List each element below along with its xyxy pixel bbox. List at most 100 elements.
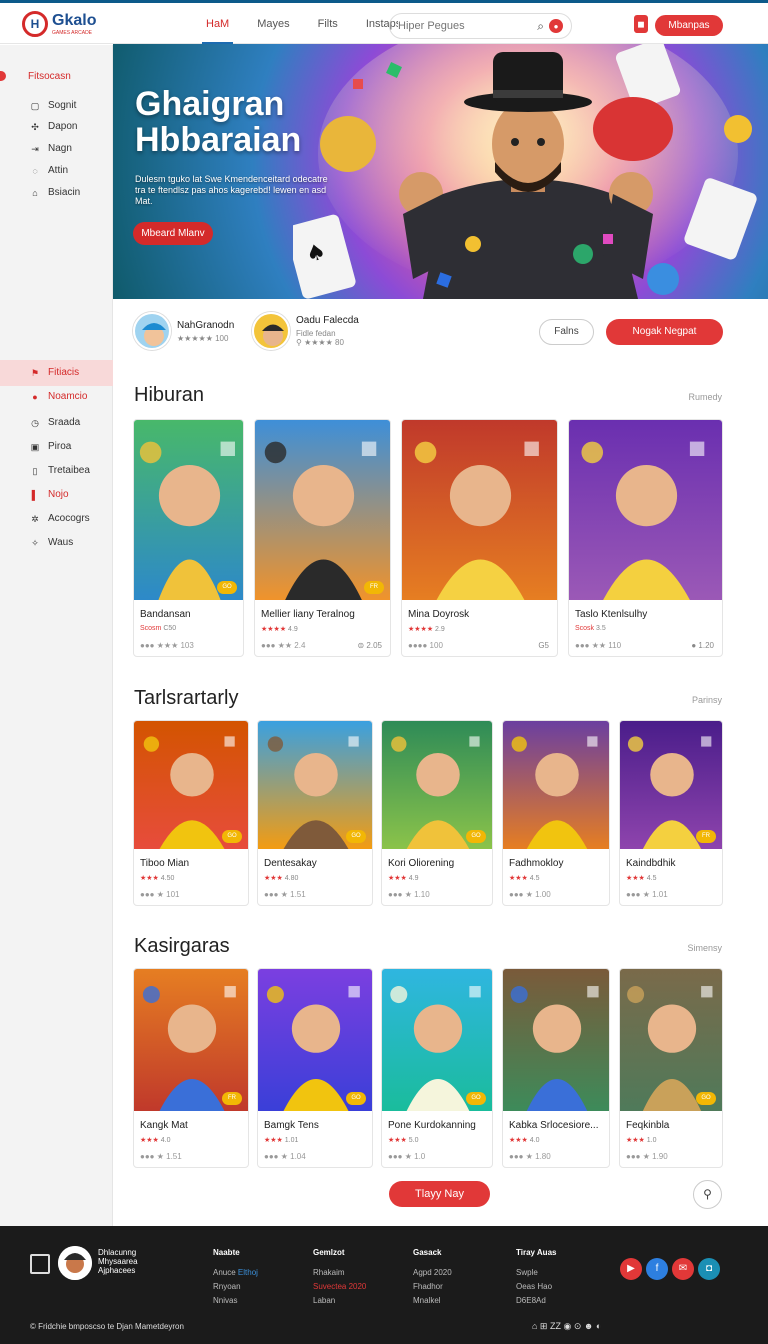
facebook-icon[interactable]: f	[646, 1258, 668, 1280]
game-card[interactable]: GO Bamgk Tens ★★★ 1.01 ●●● ★ 1.04	[257, 968, 373, 1168]
record-icon[interactable]: ●	[549, 19, 563, 33]
game-card[interactable]: GO Feqkinbla ★★★ 1.0 ●●● ★ 1.90	[619, 968, 723, 1168]
game-title[interactable]: Mina Doyrosk	[408, 609, 469, 620]
sidebar-item[interactable]: ◷ Sraada	[30, 417, 80, 428]
footer-link[interactable]: D6E8Ad	[516, 1294, 556, 1308]
footer-bottom-icons[interactable]: ⌂ ⊞ ZZ ◉ ⊙ ☻ ◐	[532, 1321, 601, 1332]
hero-cta-button[interactable]: Mbeard Mlanv	[133, 222, 213, 245]
creator-item[interactable]: NahGranodn ★★★★★ 100	[133, 312, 234, 350]
game-title[interactable]: Taslo Ktenlsulhy	[575, 609, 647, 620]
youtube-icon[interactable]: ▶	[620, 1258, 642, 1280]
game-title[interactable]: Mellier liany Teralnog	[261, 609, 355, 620]
join-button[interactable]: Nogak Negpat	[606, 319, 723, 345]
game-thumbnail[interactable]: GO	[258, 721, 372, 849]
chat-icon[interactable]: ◘	[698, 1258, 720, 1280]
sidebar-item[interactable]: ▯ Tretaibea	[30, 465, 90, 476]
nav-item-mayes[interactable]: Mayes	[257, 18, 289, 30]
game-title[interactable]: Kabka Srlocesiore...	[509, 1120, 599, 1131]
game-card[interactable]: GO Kori Oliorening ★★★ 4.9 ●●● ★ 1.10	[381, 720, 493, 906]
game-thumbnail[interactable]: FR	[255, 420, 390, 600]
footer-logo-icon[interactable]	[30, 1254, 50, 1274]
game-card[interactable]: FR Mellier liany Teralnog ★★★★ 4.9 ●●● ★★ 2…	[254, 419, 391, 657]
game-thumbnail[interactable]	[503, 721, 609, 849]
follow-button[interactable]: Falns	[539, 319, 594, 345]
sidebar-item[interactable]: ⌂ Bsiacin	[30, 187, 80, 198]
footer-link[interactable]: Fhadhor	[413, 1280, 452, 1294]
game-title[interactable]: Pone Kurdokanning	[388, 1120, 476, 1131]
game-thumbnail[interactable]: FR	[134, 969, 248, 1111]
mail-icon[interactable]: ✉	[672, 1258, 694, 1280]
game-title[interactable]: Kaindbdhik	[626, 858, 675, 869]
game-card[interactable]: FR Kangk Mat ★★★ 4.0 ●●● ★ 1.51	[133, 968, 249, 1168]
game-thumbnail[interactable]: FR	[620, 721, 722, 849]
section-more-link[interactable]: Parinsy	[692, 695, 722, 705]
sidebar-item[interactable]: ✣ Dapon	[30, 121, 77, 132]
sidebar-item[interactable]: ⚑ Fitiacis	[30, 367, 79, 378]
sidebar-item[interactable]: ▣ Piroa	[30, 441, 72, 452]
search-icon[interactable]: ⌕	[537, 19, 544, 34]
sidebar-item[interactable]: ● Noamcio	[30, 391, 87, 402]
game-rating: ★★★ 4.80	[264, 874, 298, 882]
game-thumbnail[interactable]: GO	[382, 721, 492, 849]
sidebar-item[interactable]: ✲ Acocogrs	[30, 513, 89, 524]
game-stats: ●●● ★ 1.10	[388, 890, 430, 899]
game-title[interactable]: Tiboo Mian	[140, 858, 189, 869]
footer-link[interactable]: Rnyoan	[213, 1280, 258, 1294]
nav-item-filts[interactable]: Filts	[318, 18, 338, 30]
sidebar-item[interactable]: ◌ Attin	[30, 165, 68, 176]
footer-link[interactable]: Rhakaim	[313, 1266, 366, 1280]
game-stats: ●●● ★ 1.0	[388, 1152, 426, 1161]
game-thumbnail[interactable]	[503, 969, 609, 1111]
sidebar-item[interactable]: ⇥ Nagn	[30, 143, 72, 154]
notification-icon[interactable]: ◼	[634, 15, 648, 33]
section-more-link[interactable]: Rumedy	[688, 392, 722, 402]
game-title[interactable]: Feqkinbla	[626, 1120, 669, 1131]
game-thumbnail[interactable]	[402, 420, 557, 600]
game-card[interactable]: Taslo Ktenlsulhy Scosk 3.5 ●●● ★★ 110 ● 1.2…	[568, 419, 723, 657]
game-card[interactable]: GO Bandansan Scosm C50 ●●● ★★★ 103	[133, 419, 244, 657]
section-more-link[interactable]: Simensy	[687, 943, 722, 953]
game-title[interactable]: Bamgk Tens	[264, 1120, 319, 1131]
nav-item-home[interactable]: HaM	[201, 18, 234, 44]
footer-link[interactable]: Oeas Hao	[516, 1280, 556, 1294]
sidebar-section-title[interactable]: Fitsocasn	[0, 65, 113, 87]
sidebar-item[interactable]: ▢ Sognit	[30, 100, 77, 111]
game-card[interactable]: GO Tiboo Mian ★★★ 4.50 ●●● ★ 101	[133, 720, 249, 906]
game-title[interactable]: Kangk Mat	[140, 1120, 188, 1131]
sidebar-item[interactable]: ▌ Nojo	[30, 489, 69, 500]
signup-button[interactable]: Mbanpas	[655, 15, 723, 36]
game-thumbnail[interactable]: GO	[134, 420, 243, 600]
search-input[interactable]	[398, 20, 534, 32]
game-thumbnail[interactable]: GO	[382, 969, 492, 1111]
game-card[interactable]: GO Dentesakay ★★★ 4.80 ●●● ★ 1.51	[257, 720, 373, 906]
game-title[interactable]: Fadhmokloy	[509, 858, 563, 869]
footer-link[interactable]: Laban	[313, 1294, 366, 1308]
game-card[interactable]: GO Pone Kurdokanning ★★★ 5.0 ●●● ★ 1.0	[381, 968, 493, 1168]
footer-link[interactable]: Mnalkel	[413, 1294, 452, 1308]
footer-link[interactable]: Swple	[516, 1266, 556, 1280]
footer-link[interactable]: Anuce	[213, 1268, 236, 1277]
game-title[interactable]: Bandansan	[140, 609, 191, 620]
game-thumbnail[interactable]	[569, 420, 722, 600]
sidebar-item[interactable]: ✧ Waus	[30, 537, 73, 548]
game-thumbnail[interactable]: GO	[620, 969, 722, 1111]
creator-item[interactable]: Oadu Falecda Fidle fedan ⚲ ★★★★ 80	[252, 312, 359, 350]
footer-link[interactable]: Elthoj	[238, 1268, 258, 1277]
game-card[interactable]: FR Kaindbdhik ★★★ 4.5 ●●● ★ 1.01	[619, 720, 723, 906]
game-card[interactable]: Kabka Srlocesiore... ★★★ 4.0 ●●● ★ 1.80	[502, 968, 610, 1168]
game-thumbnail[interactable]: GO	[134, 721, 248, 849]
footer-link[interactable]: Suvectea 2020	[313, 1280, 366, 1294]
section-title: Hiburan	[134, 384, 205, 406]
game-title[interactable]: Dentesakay	[264, 858, 317, 869]
game-card[interactable]: Fadhmokloy ★★★ 4.5 ●●● ★ 1.00	[502, 720, 610, 906]
footer-link[interactable]: Agpd 2020	[413, 1266, 452, 1280]
scroll-top-icon[interactable]: ⚲	[693, 1180, 722, 1209]
footer-link[interactable]: Nnivas	[213, 1294, 258, 1308]
game-card[interactable]: Mina Doyrosk ★★★★ 2.9 ●●●● 100 G5	[401, 419, 558, 657]
site-logo[interactable]: H Gkalo GAMES ARCADE	[22, 11, 96, 37]
logo-text: Gkalo	[52, 12, 97, 29]
load-more-button[interactable]: Tlayy Nay	[389, 1181, 490, 1207]
game-title[interactable]: Kori Oliorening	[388, 858, 454, 869]
game-thumbnail[interactable]: GO	[258, 969, 372, 1111]
game-stats: ●●● ★ 1.51	[140, 1152, 182, 1161]
